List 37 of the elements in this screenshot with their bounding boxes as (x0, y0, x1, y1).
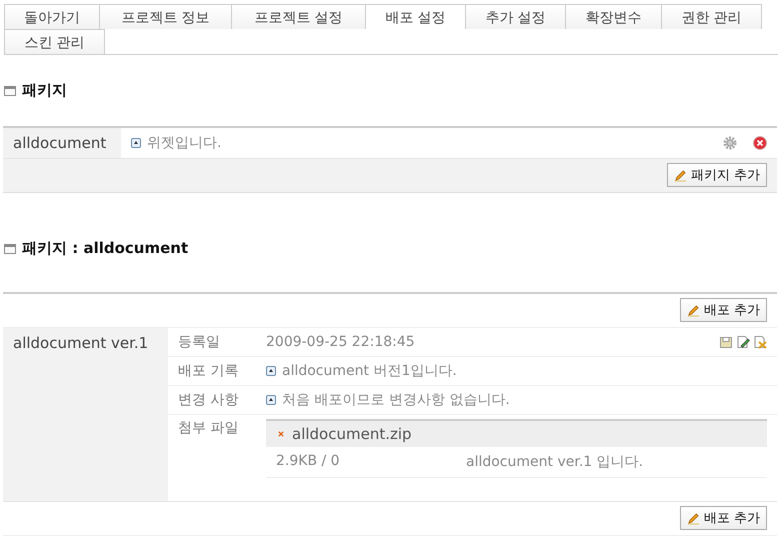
expand-icon[interactable] (131, 138, 141, 148)
file-name[interactable]: alldocument.zip (292, 425, 412, 443)
tab[interactable]: 돌아가기 (4, 4, 100, 29)
gear-icon[interactable] (723, 136, 737, 150)
edit-icon[interactable] (736, 335, 750, 349)
tab[interactable]: 프로젝트 정보 (99, 4, 232, 29)
add-button[interactable]: 배포 추가 (680, 506, 767, 530)
field-value: 2009-09-25 22:18:45 (266, 334, 416, 350)
remove-icon[interactable] (276, 429, 286, 439)
tab[interactable]: 확장변수 (565, 4, 662, 29)
file-description: alldocument ver.1 입니다. (466, 453, 644, 471)
window-icon (4, 86, 16, 96)
field-value: alldocument 버전1입니다. (282, 362, 457, 380)
tab[interactable]: 추가 설정 (465, 4, 566, 29)
package-name: alldocument (3, 128, 121, 158)
tab[interactable]: 프로젝트 설정 (231, 4, 366, 29)
field-value: 처음 배포이므로 변경사항 없습니다. (282, 391, 510, 409)
release-version: alldocument ver.1 (3, 328, 168, 501)
tab[interactable]: 스킨 관리 (4, 29, 105, 54)
pencil-icon[interactable] (686, 304, 700, 316)
section-title: 패키지 (22, 81, 67, 100)
field-label: 배포 기록 (177, 362, 240, 380)
expand-icon[interactable] (266, 395, 276, 405)
add-button[interactable]: 배포 추가 (680, 298, 767, 322)
expand-icon[interactable] (266, 366, 276, 376)
tab[interactable]: 권한 관리 (661, 4, 762, 29)
field-label: 변경 사항 (177, 391, 240, 409)
section-title: 패키지 : alldocument (22, 239, 188, 258)
file-size: 2.9KB / 0 (276, 453, 341, 471)
window-icon (4, 244, 16, 254)
add-button[interactable]: 패키지 추가 (666, 163, 767, 187)
pencil-icon[interactable] (686, 512, 700, 524)
pencil-icon[interactable] (674, 168, 687, 182)
field-label: 등록일 (177, 333, 221, 351)
package-description: 위젯입니다. (147, 134, 222, 152)
field-label: 첨부 파일 (177, 419, 240, 437)
delete-icon[interactable] (753, 136, 767, 150)
